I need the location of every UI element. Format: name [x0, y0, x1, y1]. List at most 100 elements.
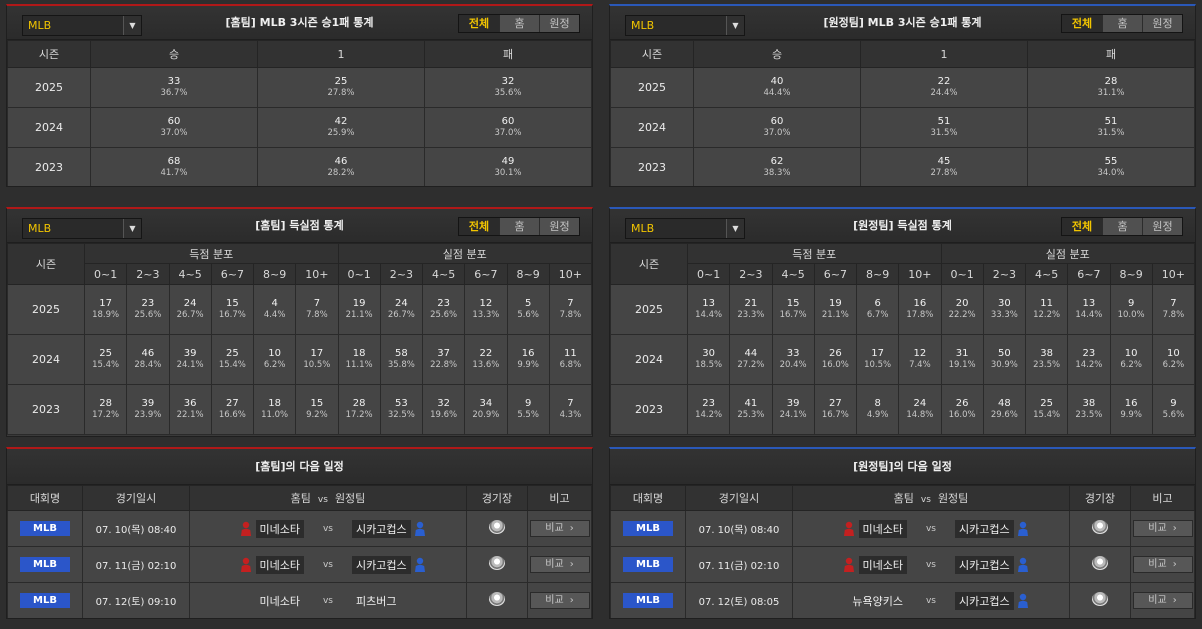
compare-button[interactable]: 비교 › [1132, 592, 1193, 609]
compare-button[interactable]: 비교 › [1132, 520, 1193, 537]
tab-away[interactable]: 원정 [539, 15, 579, 32]
away-player-icon [414, 557, 425, 572]
league-badge[interactable]: MLB [623, 521, 673, 536]
home-team[interactable]: 미네소타 [196, 592, 306, 610]
league-header: 대회명 [610, 485, 686, 511]
away-player-icon [414, 521, 425, 536]
vs-header: vs [920, 495, 931, 505]
count: 17 [310, 348, 324, 359]
compare-button[interactable]: 비교 › [529, 556, 590, 573]
away-team[interactable]: 피츠버그 [350, 592, 460, 610]
percent: 37.0% [494, 128, 522, 138]
venue-header: 경기장 [1069, 485, 1131, 511]
percent: 27.2% [737, 360, 765, 370]
value-cell: 16 17.8% [898, 284, 942, 335]
table-row: MLB 07. 11(금) 02:10 미네소타 vs 시카고컵스 비교 › [610, 546, 1195, 583]
value-cell: 50 30.9% [982, 334, 1027, 385]
league-cell: MLB [7, 582, 83, 618]
away-team[interactable]: 시카고컵스 [953, 555, 1063, 574]
league-badge[interactable]: MLB [20, 557, 70, 572]
tab-away[interactable]: 원정 [1142, 218, 1182, 235]
date-cell: 07. 11(금) 02:10 [685, 546, 793, 583]
percent: 31.1% [1097, 88, 1125, 98]
home-schedule-panel: [홈팀]의 다음 일정 대회명 경기일시 홈팀 vs 원정팀 경기장 비고 ML… [6, 447, 593, 619]
away-team[interactable]: 시카고컵스 [953, 519, 1063, 538]
percent: 31.5% [930, 128, 958, 138]
table-row: MLB 07. 11(금) 02:10 미네소타 vs 시카고컵스 비교 › [7, 546, 592, 583]
venue-cell [466, 582, 528, 618]
percent: 24.1% [176, 360, 204, 370]
tab-away[interactable]: 원정 [1142, 15, 1182, 32]
value-cell: 18 11.0% [252, 384, 297, 435]
value-cell: 16 9.9% [1109, 384, 1153, 435]
away-team-name: 시카고컵스 [352, 555, 411, 574]
away-team[interactable]: 시카고컵스 [953, 591, 1063, 610]
stadium-icon[interactable] [489, 520, 505, 534]
away-team-header: 원정팀 [334, 492, 366, 505]
count: 33 [167, 76, 181, 87]
value-cell: 10 6.2% [1151, 334, 1195, 385]
tab-all[interactable]: 전체 [459, 15, 499, 32]
value-cell: 7 4.3% [548, 384, 592, 435]
home-team[interactable]: 뉴욕양키스 [799, 592, 909, 610]
stadium-icon[interactable] [489, 592, 505, 606]
value-cell: 24 26.7% [168, 284, 212, 335]
tab-home[interactable]: 홈 [1102, 15, 1142, 32]
stadium-icon[interactable] [1092, 592, 1108, 606]
value-cell: 60 37.0% [90, 107, 258, 148]
chevron-right-icon: › [569, 595, 574, 606]
vs-label: vs [322, 523, 333, 534]
percent: 35.6% [494, 88, 522, 98]
compare-button[interactable]: 비교 › [1132, 556, 1193, 573]
count: 38 [1040, 348, 1053, 359]
stadium-icon[interactable] [1092, 556, 1108, 570]
tab-home[interactable]: 홈 [1102, 218, 1142, 235]
table-row: MLB 07. 10(목) 08:40 미네소타 vs 시카고컵스 비교 › [7, 510, 592, 547]
home-team[interactable]: 미네소타 [196, 519, 306, 538]
season-header: 시즌 [7, 243, 85, 285]
home-team[interactable]: 미네소타 [799, 519, 909, 538]
tab-all[interactable]: 전체 [459, 218, 499, 235]
away-team-name: 시카고컵스 [955, 591, 1014, 610]
stadium-icon[interactable] [489, 556, 505, 570]
note-cell: 비교 › [527, 546, 592, 583]
count: 60 [501, 116, 515, 127]
away-player-icon [1017, 557, 1028, 572]
league-badge[interactable]: MLB [20, 521, 70, 536]
bin-header: 10+ [548, 263, 592, 285]
count: 27 [226, 398, 239, 409]
tab-home[interactable]: 홈 [499, 15, 539, 32]
league-badge[interactable]: MLB [623, 557, 673, 572]
percent: 44.4% [763, 88, 791, 98]
schedule-table: 대회명 경기일시 홈팀 vs 원정팀 경기장 비고 MLB 07. 10(목) 0… [7, 485, 592, 618]
percent: 16.7% [779, 310, 807, 320]
season-cell: 2023 [610, 384, 688, 435]
date-cell: 07. 10(목) 08:40 [82, 510, 190, 547]
stadium-icon[interactable] [1092, 520, 1108, 534]
league-badge[interactable]: MLB [20, 593, 70, 608]
percent: 25.6% [134, 310, 162, 320]
tab-all[interactable]: 전체 [1062, 15, 1102, 32]
table-row: MLB 07. 10(목) 08:40 미네소타 vs 시카고컵스 비교 › [610, 510, 1195, 547]
home-team[interactable]: 미네소타 [196, 555, 306, 574]
league-badge[interactable]: MLB [623, 593, 673, 608]
value-cell: 7 7.8% [1151, 284, 1195, 335]
away-team[interactable]: 시카고컵스 [350, 519, 460, 538]
percent: 4.3% [559, 410, 582, 420]
scored-header: 득점 분포 [84, 243, 339, 264]
note-header: 비고 [527, 485, 592, 511]
home-team[interactable]: 미네소타 [799, 555, 909, 574]
away-team-name: 시카고컵스 [955, 555, 1014, 574]
compare-button[interactable]: 비교 › [529, 520, 590, 537]
tab-away[interactable]: 원정 [539, 218, 579, 235]
matchup-cell: 미네소타 vs 피츠버그 [189, 582, 467, 618]
tab-all[interactable]: 전체 [1062, 218, 1102, 235]
compare-button[interactable]: 비교 › [529, 592, 590, 609]
away-team[interactable]: 시카고컵스 [350, 555, 460, 574]
value-cell: 9 5.6% [1151, 384, 1195, 435]
count: 50 [998, 348, 1011, 359]
panel-title: [홈팀]의 다음 일정 [255, 460, 344, 473]
season-header: 시즌 [610, 243, 688, 285]
tab-home[interactable]: 홈 [499, 218, 539, 235]
away-score-panel: MLB ▼ [원정팀] 득실점 통계 전체 홈 원정 시즌 득점 분포 실점 분포… [609, 207, 1196, 437]
